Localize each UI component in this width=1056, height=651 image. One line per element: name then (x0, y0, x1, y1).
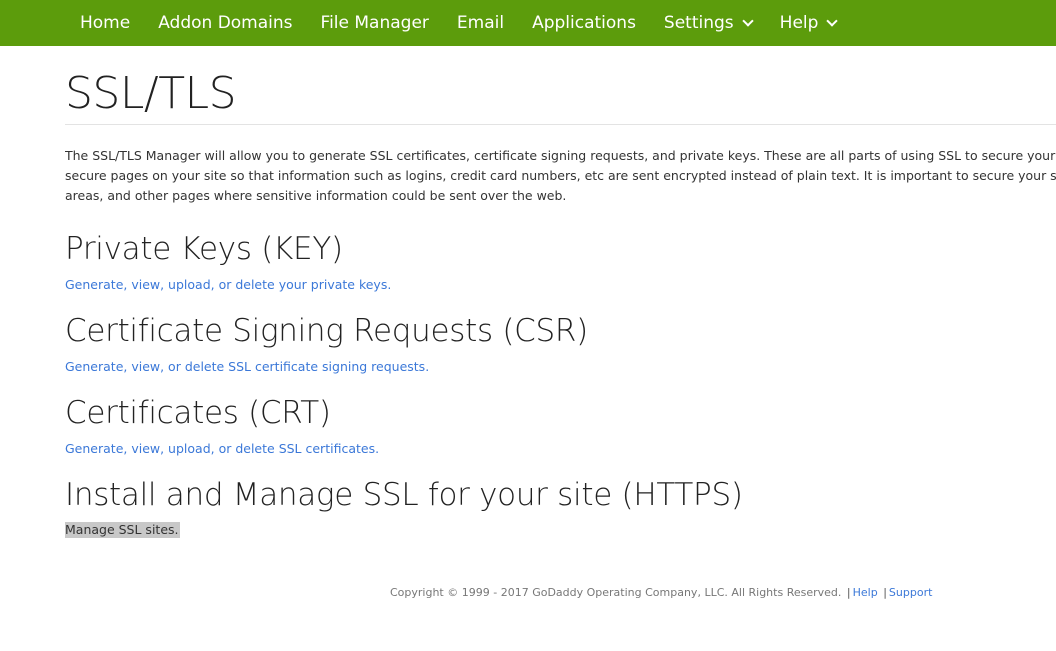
nav-help-dropdown[interactable]: Help (766, 0, 851, 46)
csr-link[interactable]: Generate, view, or delete SSL certificat… (65, 359, 429, 374)
section-install-manage-ssl: Install and Manage SSL for your site (HT… (65, 480, 1056, 538)
nav-settings-label: Settings (663, 13, 734, 33)
intro-line: secure pages on your site so that inform… (65, 168, 1056, 183)
section-csr: Certificate Signing Requests (CSR) Gener… (65, 316, 1056, 375)
nav-email[interactable]: Email (443, 0, 518, 46)
intro-line: The SSL/TLS Manager will allow you to ge… (65, 148, 1056, 163)
intro-paragraph: The SSL/TLS Manager will allow you to ge… (65, 146, 1056, 206)
nav-settings-dropdown[interactable]: Settings (650, 0, 766, 46)
nav-applications-label: Applications (532, 13, 636, 33)
top-navigation-bar: Home Addon Domains File Manager Email Ap… (0, 0, 1056, 46)
section-private-keys: Private Keys (KEY) Generate, view, uploa… (65, 234, 1056, 293)
footer-separator: | (883, 586, 887, 599)
nav-file-manager[interactable]: File Manager (307, 0, 443, 46)
page-title: SSL/TLS (65, 68, 237, 119)
nav-applications[interactable]: Applications (518, 0, 650, 46)
nav-email-label: Email (456, 13, 505, 33)
nav-home[interactable]: Home (66, 0, 144, 46)
private-keys-link[interactable]: Generate, view, upload, or delete your p… (65, 277, 391, 292)
nav-home-label: Home (80, 13, 131, 33)
chevron-down-icon (741, 14, 754, 27)
nav-help-label: Help (779, 13, 819, 33)
manage-ssl-sites-link[interactable]: Manage SSL sites. (65, 522, 180, 538)
footer-help-link[interactable]: Help (853, 586, 878, 599)
footer-copyright: Copyright © 1999 - 2017 GoDaddy Operatin… (390, 586, 842, 599)
nav-addon-domains-label: Addon Domains (158, 13, 293, 33)
chevron-down-icon (826, 14, 839, 27)
section-heading-csr: Certificate Signing Requests (CSR) (65, 313, 588, 349)
section-heading-private-keys: Private Keys (KEY) (65, 231, 343, 267)
section-heading-certificates: Certificates (CRT) (65, 395, 331, 431)
nav-addon-domains[interactable]: Addon Domains (144, 0, 306, 46)
section-certificates: Certificates (CRT) Generate, view, uploa… (65, 398, 1056, 457)
main-content: SSL/TLS The SSL/TLS Manager will allow y… (65, 46, 1056, 538)
nav-file-manager-label: File Manager (320, 13, 429, 33)
footer-support-link[interactable]: Support (889, 586, 932, 599)
title-divider (65, 124, 1056, 125)
footer: Copyright © 1999 - 2017 GoDaddy Operatin… (390, 586, 932, 599)
section-heading-install-manage-ssl: Install and Manage SSL for your site (HT… (65, 477, 743, 513)
footer-separator: | (846, 586, 851, 599)
intro-line: areas, and other pages where sensitive i… (65, 188, 567, 203)
certificates-link[interactable]: Generate, view, upload, or delete SSL ce… (65, 441, 379, 456)
